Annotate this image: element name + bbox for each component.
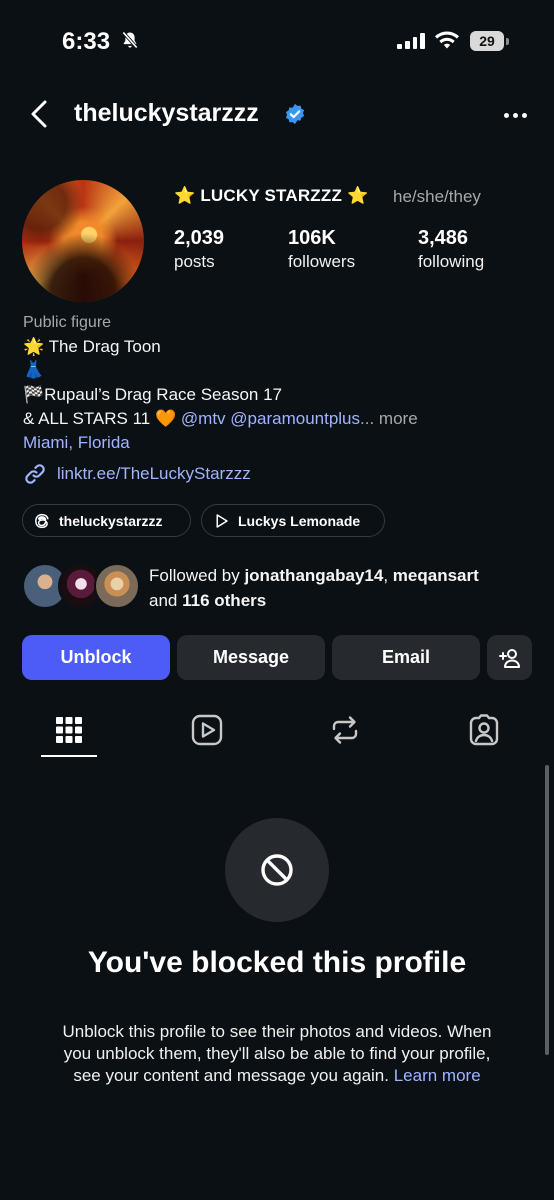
reels-icon: [191, 714, 223, 746]
profile-avatar[interactable]: [22, 180, 144, 302]
mention-mtv[interactable]: @mtv: [181, 409, 226, 428]
followed-by-and: and: [149, 591, 178, 610]
battery-level: 29: [479, 33, 495, 49]
battery-icon: 29: [470, 31, 510, 51]
mutual-followers-avatars[interactable]: [22, 563, 140, 611]
mutual-user-2[interactable]: meqansart: [393, 566, 479, 585]
more-options-button[interactable]: [500, 105, 530, 125]
checkered-flag-emoji-icon: 🏁: [23, 385, 45, 404]
following-label[interactable]: following: [418, 252, 484, 272]
bio-line-3: 🏁Rupaul’s Drag Race Season 17: [23, 385, 282, 405]
bio-line-4-text: & ALL STARS 11: [23, 409, 151, 428]
mutual-user-1[interactable]: jonathangabay14: [244, 566, 383, 585]
followed-by-separator: ,: [383, 566, 389, 585]
mention-paramountplus[interactable]: @paramountplus: [230, 409, 360, 428]
avatar: [94, 563, 140, 609]
threads-icon: [35, 513, 49, 528]
message-button[interactable]: Message: [177, 635, 325, 680]
repost-icon: [332, 716, 358, 744]
wifi-icon: [435, 31, 459, 49]
bio-line-1: 🌟 The Drag Toon: [23, 337, 161, 357]
unblock-button[interactable]: Unblock: [22, 635, 170, 680]
tab-reposts[interactable]: [317, 705, 373, 755]
header-username: theluckystarzzz: [74, 99, 259, 127]
blocked-title: You've blocked this profile: [87, 946, 467, 979]
blocked-icon-circle: [225, 818, 329, 922]
external-link-text[interactable]: linktr.ee/TheLuckyStarzzz: [57, 464, 251, 484]
threads-chip-label: theluckystarzzz: [59, 512, 163, 529]
bell-off-icon: [122, 31, 138, 49]
threads-chip[interactable]: theluckystarzzz: [22, 504, 191, 537]
external-link[interactable]: linktr.ee/TheLuckyStarzzz: [23, 462, 251, 486]
followers-count[interactable]: 106K: [288, 227, 336, 250]
blocked-description: Unblock this profile to see their photos…: [50, 1021, 504, 1087]
cellular-signal-icon: [397, 33, 425, 49]
followed-by-prefix: Followed by: [149, 566, 240, 585]
tagged-person-icon: [469, 714, 499, 746]
posts-label[interactable]: posts: [174, 252, 215, 272]
followers-label[interactable]: followers: [288, 252, 355, 272]
display-name: ⭐ LUCKY STARZZZ ⭐: [174, 186, 368, 206]
posts-count[interactable]: 2,039: [174, 227, 224, 250]
scrollbar[interactable]: [545, 765, 549, 1055]
blocked-icon: [261, 854, 293, 886]
bio-ellipsis: ...: [360, 409, 375, 428]
grid-icon: [56, 717, 82, 743]
bio-line-1-text: The Drag Toon: [48, 337, 161, 356]
bio-line-2: 👗: [23, 360, 44, 380]
add-person-icon: [498, 648, 520, 668]
star-emoji-icon: ⭐: [174, 186, 196, 205]
play-icon: [216, 513, 228, 528]
status-time: 6:33: [62, 28, 111, 55]
active-tab-indicator: [41, 755, 97, 757]
bio-more-link[interactable]: more: [379, 409, 418, 428]
email-button[interactable]: Email: [332, 635, 480, 680]
verified-badge-icon: [285, 103, 305, 125]
location-link[interactable]: Miami, Florida: [23, 433, 130, 453]
pronouns: he/she/they: [393, 187, 481, 206]
link-icon: [25, 464, 45, 484]
lemonade-chip[interactable]: Luckys Lemonade: [201, 504, 385, 537]
profile-category: Public figure: [23, 314, 112, 331]
bio-line-3-text: Rupaul’s Drag Race Season 17: [44, 385, 283, 404]
mutual-others-count[interactable]: 116 others: [182, 591, 266, 610]
glowing-star-emoji-icon: 🌟: [23, 337, 45, 356]
followed-by-text[interactable]: Followed by jonathangabay14, meqansart a…: [149, 563, 529, 613]
suggested-people-button[interactable]: [487, 635, 532, 680]
back-button[interactable]: [26, 96, 54, 132]
tab-reels[interactable]: [179, 705, 235, 755]
orange-heart-emoji-icon: 🧡: [155, 409, 177, 428]
following-count[interactable]: 3,486: [418, 227, 468, 250]
dress-emoji-icon: 👗: [23, 360, 45, 379]
lemonade-chip-label: Luckys Lemonade: [238, 512, 361, 529]
star-emoji-icon: ⭐: [347, 186, 369, 205]
tab-posts-grid[interactable]: [41, 705, 97, 755]
display-name-text: LUCKY STARZZZ: [200, 186, 343, 205]
bio-line-4: & ALL STARS 11 🧡 @mtv @paramountplus... …: [23, 409, 418, 429]
learn-more-link[interactable]: Learn more: [394, 1066, 481, 1085]
tab-tagged[interactable]: [456, 705, 512, 755]
